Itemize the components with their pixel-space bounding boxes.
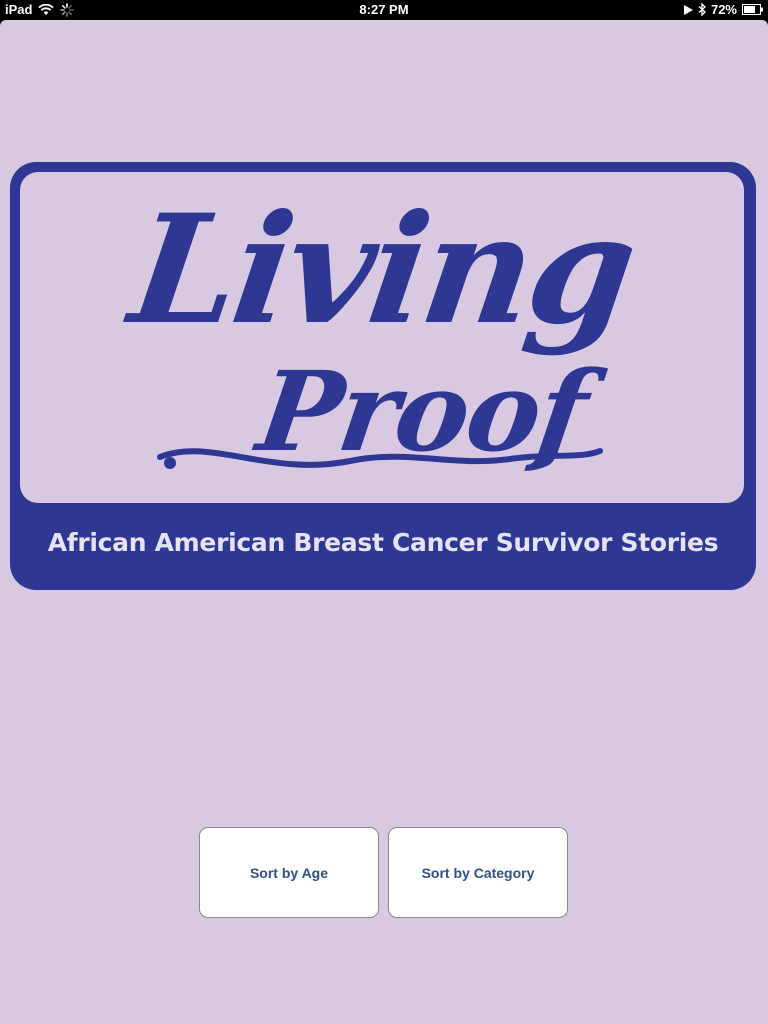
sort-by-age-button[interactable]: Sort by Age [199, 827, 379, 918]
logo-inner-panel: Living Proof [20, 172, 744, 503]
bluetooth-icon [698, 3, 706, 16]
logo-tagline: African American Breast Cancer Survivor … [47, 528, 719, 557]
app-screen: Living Proof African American Breast Can… [0, 20, 768, 1024]
battery-percentage: 72% [710, 2, 737, 17]
sort-by-age-label: Sort by Age [249, 864, 329, 881]
flourish-icon [157, 448, 603, 469]
status-bar-right: 72% [683, 2, 764, 17]
sort-by-category-button[interactable]: Sort by Category [388, 827, 568, 918]
living-proof-logo: Living Proof African American Breast Can… [10, 162, 756, 590]
logo-word-living: Living [121, 182, 643, 358]
status-time: 8:27 PM [359, 2, 409, 17]
play-icon [683, 4, 693, 15]
sort-by-category-label: Sort by Category [421, 864, 535, 881]
status-bar: iPad 8:27 PM 72% [0, 0, 768, 20]
battery-icon [742, 4, 764, 15]
